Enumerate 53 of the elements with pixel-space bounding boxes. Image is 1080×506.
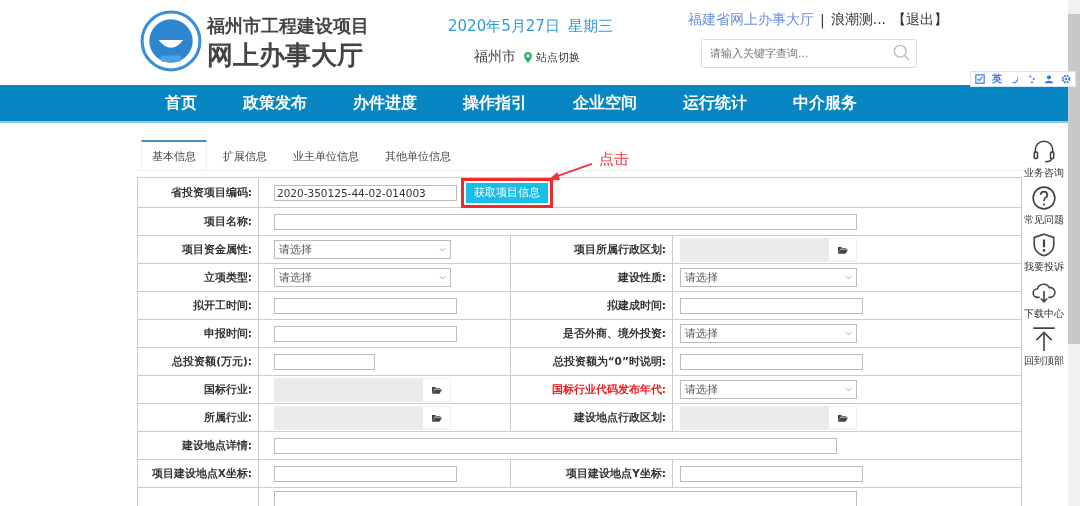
field-label: 项目资金属性: xyxy=(181,242,252,257)
side-tool-label: 下载中心 xyxy=(1024,307,1064,321)
field-label: 省投资项目编码: xyxy=(170,185,252,200)
search-field[interactable]: 请输入关键字查询... xyxy=(701,39,917,68)
field-label: 国标行业代码发布年代: xyxy=(551,382,666,397)
nav-item[interactable]: 首页 xyxy=(165,92,197,114)
nav-item[interactable]: 办件进度 xyxy=(353,92,417,114)
field-label: 项目建设地点Y坐标: xyxy=(566,466,666,481)
select-field[interactable]: 请选择 xyxy=(680,380,857,399)
text-field[interactable]: 2020-350125-44-02-014003 xyxy=(274,184,457,201)
site-title: 福州市工程建设项目 xyxy=(207,14,370,38)
field-label: 拟开工时间: xyxy=(192,298,252,313)
side-tool-label: 业务咨询 xyxy=(1024,166,1064,180)
annotation-text: 点击 xyxy=(599,150,629,169)
nav-item[interactable]: 政策发布 xyxy=(243,92,307,114)
select-field[interactable]: 请选择 xyxy=(274,268,451,287)
select-field[interactable]: 请选择 xyxy=(680,268,857,287)
field-label: 立项类型: xyxy=(203,270,252,285)
date-text: 2020年5月27日 xyxy=(448,17,560,36)
field-label: 项目建设地点X坐标: xyxy=(151,466,252,481)
separator: | xyxy=(820,12,825,28)
site-title: 网上办事大厅 xyxy=(207,39,364,72)
side-tool-label: 我要投诉 xyxy=(1024,260,1064,274)
field-label: 所属行业: xyxy=(203,410,252,425)
switch-site-link[interactable]: 站点切换 xyxy=(536,49,580,65)
field-label: 是否外商、境外投资: xyxy=(562,326,666,341)
field-label: 项目名称: xyxy=(203,214,252,229)
tab[interactable]: 其他单位信息 xyxy=(375,140,461,170)
language-toggle[interactable]: 英 xyxy=(992,72,1002,86)
logout-link[interactable]: 【退出】 xyxy=(892,11,949,29)
side-tool-label: 回到顶部 xyxy=(1024,354,1064,368)
field-label: 申报时间: xyxy=(203,326,252,341)
select-field[interactable]: 请选择 xyxy=(680,324,857,343)
field-label: 拟建成时间: xyxy=(606,298,666,313)
field-label: 总投资额为“0”时说明: xyxy=(552,354,666,369)
field-label: 项目所属行政区划: xyxy=(573,242,666,257)
side-tool-label: 常见问题 xyxy=(1024,213,1064,227)
tab[interactable]: 基本信息 xyxy=(141,140,207,170)
field-label: 建设性质: xyxy=(617,270,666,285)
nav-item[interactable]: 操作指引 xyxy=(463,92,527,114)
nav-item[interactable]: 企业空间 xyxy=(573,92,637,114)
field-label: 国标行业: xyxy=(203,382,252,397)
field-label: 总投资额(万元): xyxy=(172,354,252,369)
field-label: 建设地点详情: xyxy=(181,438,252,453)
nav-item[interactable]: 运行统计 xyxy=(683,92,747,114)
select-field[interactable]: 请选择 xyxy=(274,240,451,259)
user-name: 浪潮测... xyxy=(830,11,887,29)
field-label: 建设地点行政区划: xyxy=(573,410,666,425)
city-name: 福州市 xyxy=(474,48,516,66)
nav-item[interactable]: 中介服务 xyxy=(793,92,857,114)
weekday-text: 星期三 xyxy=(567,17,613,36)
tab[interactable]: 业主单位信息 xyxy=(283,140,369,170)
tab[interactable]: 扩展信息 xyxy=(213,140,277,170)
